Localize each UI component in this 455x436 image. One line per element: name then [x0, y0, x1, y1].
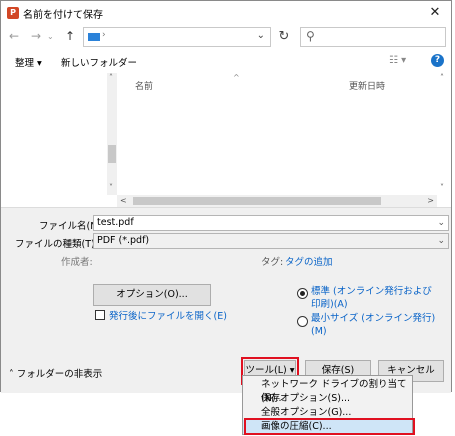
navigation-bar: ← → ⌄ ↑ › ⌄ ↻ ⚲	[1, 25, 451, 49]
powerpoint-app-icon: P	[7, 7, 19, 19]
filename-value: test.pdf	[97, 217, 134, 228]
refresh-icon[interactable]: ↻	[273, 27, 295, 47]
close-button[interactable]: ✕	[425, 4, 445, 22]
add-tag-link[interactable]: タグの追加	[285, 254, 333, 268]
command-bar: 整理 ▾ 新しいフォルダー ☷ ▾ ?	[1, 49, 451, 73]
column-header-modified[interactable]: 更新日時	[349, 79, 385, 92]
dialog-title: 名前を付けて保存	[23, 10, 103, 21]
scroll-thumb[interactable]	[108, 145, 116, 163]
file-browser: ˄ ˅ ^ 名前 更新日時 ˄ ˅ < >	[1, 73, 451, 207]
filetype-dropdown-icon[interactable]: ⌄	[437, 234, 445, 248]
radio-minimum-size[interactable]	[297, 316, 308, 327]
highlight-box-compress	[244, 418, 415, 435]
scroll-down-icon[interactable]: ˅	[109, 183, 113, 192]
tag-label: タグ:	[261, 257, 284, 268]
sort-indicator-icon: ^	[233, 73, 240, 82]
scroll-up-icon[interactable]: ˄	[440, 73, 444, 82]
hide-folders-label: フォルダーの非表示	[16, 369, 103, 380]
help-icon[interactable]: ?	[431, 54, 444, 67]
filename-dropdown-icon[interactable]: ⌄	[437, 216, 445, 230]
navigation-pane[interactable]	[1, 73, 107, 195]
recent-dropdown-icon[interactable]: ⌄	[47, 32, 54, 41]
search-icon: ⚲	[306, 29, 315, 43]
author-label: 作成者:	[61, 257, 93, 268]
save-form: ファイル名(N): test.pdf ⌄ ファイルの種類(T): PDF (*.…	[1, 207, 451, 393]
organize-menu[interactable]: 整理 ▾	[15, 55, 42, 69]
breadcrumb-separator-icon[interactable]: ›	[102, 30, 106, 40]
scroll-thumb[interactable]	[133, 197, 381, 205]
open-after-publish-checkbox[interactable]	[95, 310, 105, 320]
horizontal-scrollbar[interactable]: < >	[117, 195, 437, 207]
scroll-down-icon[interactable]: ˅	[440, 183, 444, 192]
filetype-select[interactable]: PDF (*.pdf) ⌄	[93, 233, 449, 249]
radio-standard[interactable]	[297, 288, 308, 299]
options-button[interactable]: オプション(O)...	[93, 284, 211, 306]
back-arrow-icon[interactable]: ←	[9, 29, 19, 43]
menu-item-save-options[interactable]: 保存オプション(S)...	[243, 392, 412, 406]
search-input[interactable]: ⚲	[300, 27, 446, 47]
menu-item-map-network-drive[interactable]: ネットワーク ドライブの割り当て(N)...	[243, 378, 412, 404]
save-as-dialog: P 名前を付けて保存 ✕ ← → ⌄ ↑ › ⌄ ↻ ⚲ 整理 ▾ 新しいフォル…	[0, 0, 452, 393]
filetype-value: PDF (*.pdf)	[97, 235, 150, 246]
radio-standard-label[interactable]: 標準 (オンライン発行および印刷)(A)	[311, 285, 441, 311]
up-arrow-icon[interactable]: ↑	[65, 29, 75, 43]
title-bar: P 名前を付けて保存 ✕	[1, 1, 451, 25]
folder-icon	[88, 33, 100, 41]
file-list-scrollbar[interactable]: ˄ ˅	[437, 73, 449, 195]
filetype-label: ファイルの種類(T):	[15, 239, 98, 250]
filename-input[interactable]: test.pdf ⌄	[93, 215, 449, 231]
address-dropdown-icon[interactable]: ⌄	[257, 30, 265, 41]
chevron-up-icon: ˄	[9, 369, 17, 380]
scroll-left-icon[interactable]: <	[120, 196, 127, 205]
navigation-pane-scrollbar[interactable]: ˄ ˅	[107, 73, 117, 195]
open-after-publish-label[interactable]: 発行後にファイルを開く(E)	[109, 308, 227, 322]
scroll-up-icon[interactable]: ˄	[109, 73, 113, 82]
radio-minimum-size-label[interactable]: 最小サイズ (オンライン発行)(M)	[311, 312, 441, 338]
column-header-name[interactable]: 名前	[135, 79, 153, 92]
new-folder-button[interactable]: 新しいフォルダー	[61, 55, 137, 69]
hide-folders-toggle[interactable]: ˄ フォルダーの非表示	[9, 366, 102, 380]
view-options-icon[interactable]: ☷ ▾	[389, 55, 406, 66]
forward-arrow-icon[interactable]: →	[31, 29, 41, 43]
address-bar[interactable]: › ⌄	[83, 27, 271, 47]
scroll-right-icon[interactable]: >	[427, 196, 434, 205]
